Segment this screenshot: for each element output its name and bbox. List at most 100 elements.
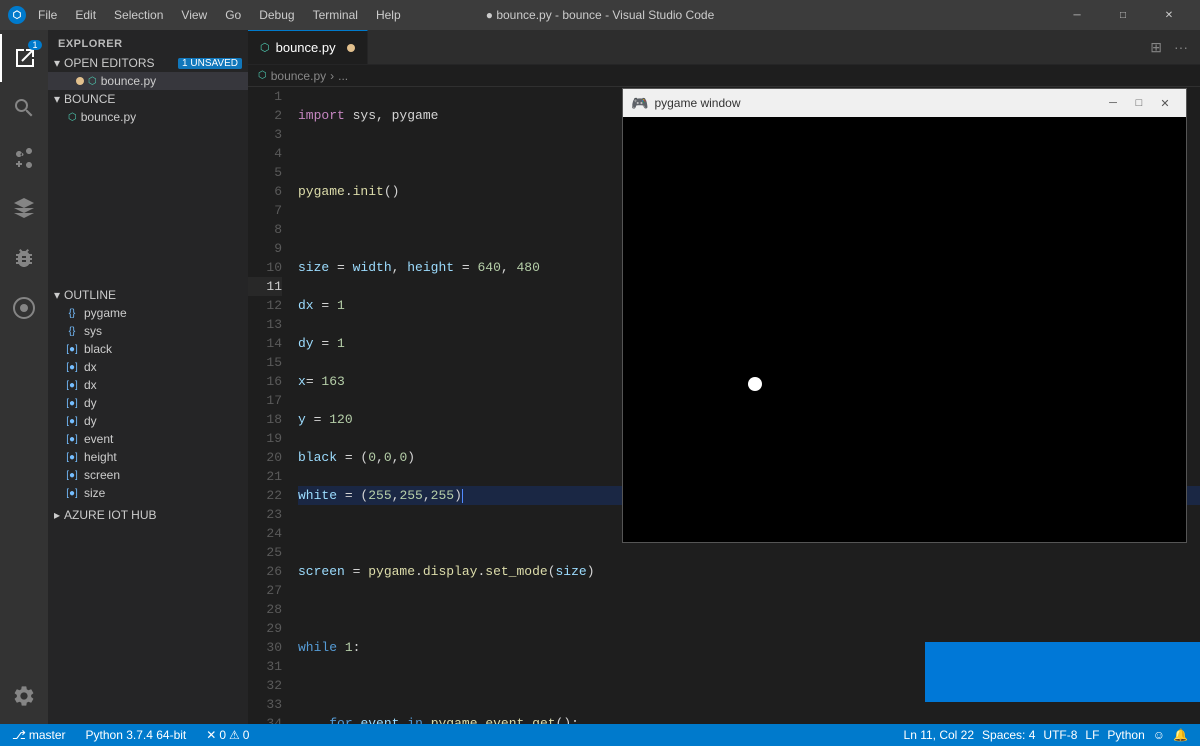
status-line-col[interactable]: Ln 11, Col 22 (900, 728, 979, 742)
pygame-minimize[interactable]: ─ (1100, 93, 1126, 113)
status-line-ending[interactable]: LF (1081, 728, 1103, 742)
status-spaces[interactable]: Spaces: 4 (978, 728, 1039, 742)
pygame-maximize[interactable]: □ (1126, 93, 1152, 113)
split-editor-icon[interactable]: ⊞ (1146, 37, 1166, 58)
modified-dot (76, 77, 84, 85)
var-icon: [●] (64, 380, 80, 391)
maximize-button[interactable]: □ (1100, 0, 1146, 30)
code-line: screen = pygame.display.set_mode(size) (298, 562, 1200, 581)
open-editor-filename: bounce.py (101, 74, 156, 88)
project-name: BOUNCE (64, 92, 115, 106)
window-buttons: ─ □ ✕ (1054, 0, 1192, 30)
outline-item-sys[interactable]: {} sys (48, 322, 248, 340)
windows-taskbar (925, 642, 1200, 702)
tab-bar: ⬡ bounce.py ⊞ ··· (248, 30, 1200, 65)
close-button[interactable]: ✕ (1146, 0, 1192, 30)
chevron-right-icon: ▸ (54, 508, 60, 522)
chevron-down-icon: ▾ (54, 92, 60, 106)
bouncing-ball (748, 377, 762, 391)
menu-file[interactable]: File (30, 6, 65, 24)
status-git[interactable]: ⎇ master (8, 728, 70, 742)
open-editors-label: OPEN EDITORS (64, 56, 154, 70)
activity-search[interactable] (0, 84, 48, 132)
breadcrumb-context[interactable]: ... (338, 69, 348, 83)
open-editors-badge: 1 UNSAVED (178, 58, 242, 69)
activity-bar: 1 (0, 30, 48, 724)
status-encoding[interactable]: UTF-8 (1039, 728, 1081, 742)
code-line (298, 600, 1200, 619)
tab-file-icon: ⬡ (260, 41, 270, 54)
status-bell[interactable]: 🔔 (1169, 728, 1192, 742)
menu-edit[interactable]: Edit (67, 6, 104, 24)
status-smiley[interactable]: ☺ (1149, 728, 1169, 742)
activity-source-control[interactable] (0, 134, 48, 182)
pygame-canvas (623, 117, 1186, 542)
azure-iot-label: AZURE IOT HUB (64, 508, 156, 522)
tabbar-actions: ⊞ ··· (1146, 30, 1200, 64)
activity-extensions[interactable] (0, 184, 48, 232)
outline-item-dy2[interactable]: [●] dy (48, 412, 248, 430)
pygame-title: pygame window (654, 96, 1094, 110)
more-actions-icon[interactable]: ··· (1170, 37, 1192, 57)
git-branch-icon: ⎇ (12, 728, 26, 742)
outline-item-event[interactable]: [●] event (48, 430, 248, 448)
var-icon: [●] (64, 344, 80, 355)
outline-header[interactable]: ▾ OUTLINE (48, 286, 248, 304)
pygame-window[interactable]: 🎮 pygame window ─ □ ✕ (622, 88, 1187, 543)
status-python[interactable]: Python 3.7.4 64-bit (82, 728, 191, 742)
status-bar: ⎇ master Python 3.7.4 64-bit ✕ 0 ⚠ 0 Ln … (0, 724, 1200, 746)
menu-selection[interactable]: Selection (106, 6, 171, 24)
activity-debug[interactable] (0, 234, 48, 282)
var-icon: [●] (64, 452, 80, 463)
chevron-down-icon: ▾ (54, 288, 60, 302)
module-icon: {} (64, 326, 80, 337)
project-file-bounce-py[interactable]: ⬡ bounce.py (48, 108, 248, 126)
python-version: Python 3.7.4 64-bit (86, 728, 187, 742)
outline-title: OUTLINE (64, 288, 116, 302)
menu-help[interactable]: Help (368, 6, 409, 24)
var-icon: [●] (64, 362, 80, 373)
minimize-button[interactable]: ─ (1054, 0, 1100, 30)
status-errors[interactable]: ✕ 0 ⚠ 0 (202, 728, 253, 742)
pygame-close[interactable]: ✕ (1152, 93, 1178, 113)
var-icon: [●] (64, 398, 80, 409)
menu-view[interactable]: View (173, 6, 215, 24)
bell-icon: 🔔 (1173, 728, 1188, 742)
outline-item-dx1[interactable]: [●] dx (48, 358, 248, 376)
outline-item-dy1[interactable]: [●] dy (48, 394, 248, 412)
breadcrumb: ⬡ bounce.py › ... (248, 65, 1200, 87)
status-language[interactable]: Python (1103, 728, 1148, 742)
breadcrumb-separator: › (330, 69, 334, 83)
breadcrumb-file[interactable]: bounce.py (271, 69, 326, 83)
menu-go[interactable]: Go (217, 6, 249, 24)
menu-terminal[interactable]: Terminal (305, 6, 366, 24)
warning-icon: ⚠ (229, 728, 240, 742)
var-icon: [●] (64, 434, 80, 445)
open-editors-header[interactable]: ▾ OPEN EDITORS 1 UNSAVED (48, 54, 248, 72)
project-filename: bounce.py (81, 110, 136, 124)
chevron-down-icon: ▾ (54, 56, 60, 70)
activity-explorer[interactable]: 1 (0, 34, 48, 82)
explorer-title: EXPLORER (48, 30, 248, 54)
outline-item-dx2[interactable]: [●] dx (48, 376, 248, 394)
tab-bounce-py[interactable]: ⬡ bounce.py (248, 30, 368, 64)
outline-item-screen[interactable]: [●] screen (48, 466, 248, 484)
outline-item-pygame[interactable]: {} pygame (48, 304, 248, 322)
outline-item-black[interactable]: [●] black (48, 340, 248, 358)
code-line: for event in pygame.event.get(): (298, 714, 1200, 724)
activity-remote[interactable] (0, 284, 48, 332)
var-icon: [●] (64, 470, 80, 481)
outline-item-size[interactable]: [●] size (48, 484, 248, 502)
menu-debug[interactable]: Debug (251, 6, 302, 24)
var-icon: [●] (64, 488, 80, 499)
titlebar-left: ⬡ File Edit Selection View Go Debug Term… (8, 6, 409, 24)
outline-item-height[interactable]: [●] height (48, 448, 248, 466)
azure-iot-header[interactable]: ▸ AZURE IOT HUB (48, 506, 248, 524)
open-editor-bounce-py[interactable]: ⬡ bounce.py (48, 72, 248, 90)
activity-settings[interactable] (0, 672, 48, 720)
vscode-icon: ⬡ (8, 6, 26, 24)
project-header[interactable]: ▾ BOUNCE (48, 90, 248, 108)
pygame-titlebar: 🎮 pygame window ─ □ ✕ (623, 89, 1186, 117)
tab-modified-dot (347, 44, 355, 52)
tab-filename: bounce.py (276, 40, 336, 55)
